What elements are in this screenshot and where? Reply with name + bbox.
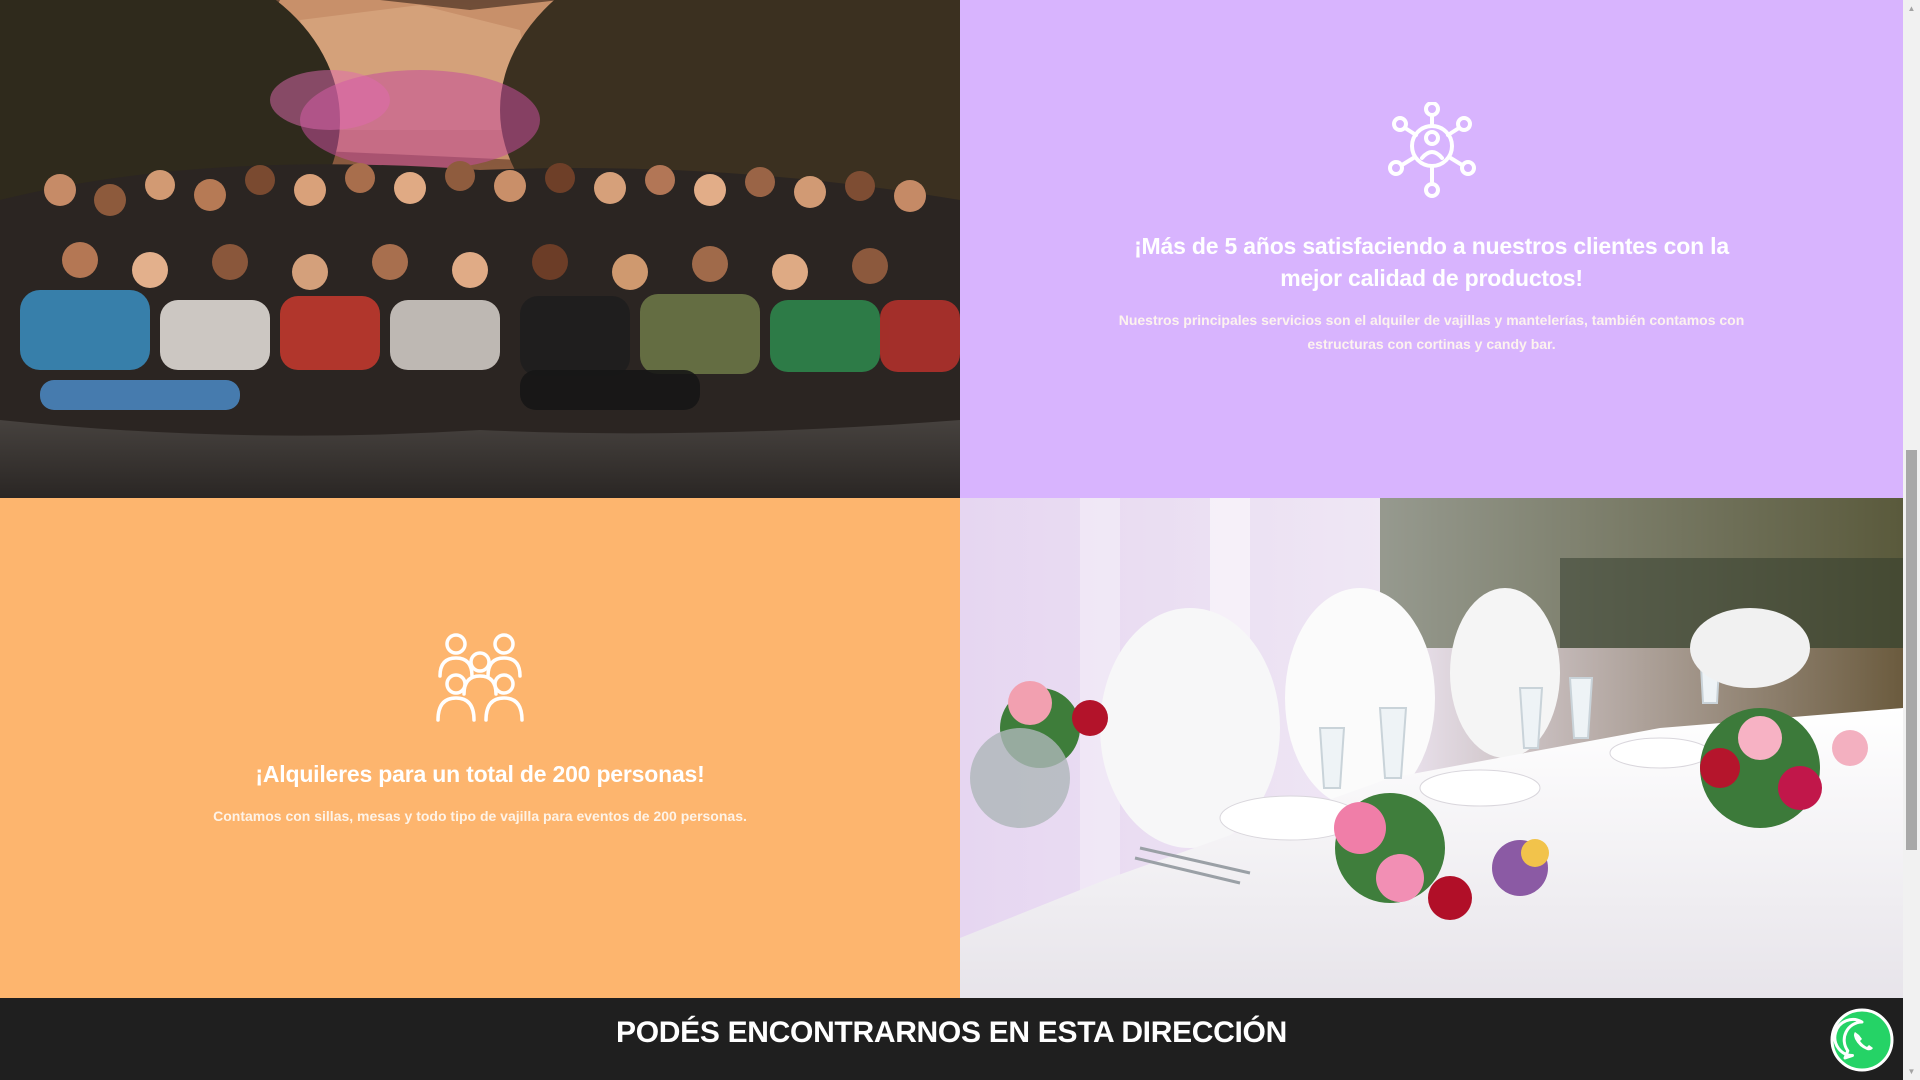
banquet-table-photo (960, 498, 1903, 998)
feature-capacity-panel: ¡Alquileres para un total de 200 persona… (0, 498, 960, 998)
crowd-photo (0, 0, 960, 498)
vertical-scrollbar[interactable]: ▲ ▼ (1903, 0, 1920, 1080)
location-section-title: PODÉS ENCONTRARNOS EN ESTA DIRECCIÓN (616, 1016, 1287, 1049)
feature-capacity: ¡Alquileres para un total de 200 persona… (0, 632, 960, 828)
group-people-icon (436, 633, 524, 722)
features-grid: ¡Más de 5 años satisfaciendo a nuestros … (0, 0, 1903, 998)
feature-experience-title: ¡Más de 5 años satisfaciendo a nuestros … (1134, 233, 1729, 291)
feature-capacity-text: Contamos con sillas, mesas y todo tipo d… (213, 808, 747, 824)
scrollbar-thumb[interactable] (1906, 450, 1917, 850)
crowd-photo-art (0, 0, 960, 498)
network-people-icon (1387, 102, 1476, 198)
scroll-up-arrow-icon[interactable]: ▲ (1903, 0, 1920, 17)
feature-experience: ¡Más de 5 años satisfaciendo a nuestros … (960, 102, 1903, 356)
scroll-down-arrow-icon[interactable]: ▼ (1903, 1063, 1920, 1080)
whatsapp-icon (1830, 1008, 1894, 1072)
banquet-table-photo-art (960, 498, 1903, 998)
location-section-header: PODÉS ENCONTRARNOS EN ESTA DIRECCIÓN (0, 998, 1903, 1080)
whatsapp-button[interactable] (1830, 1008, 1894, 1072)
feature-experience-text: Nuestros principales servicios son el al… (1118, 312, 1745, 352)
feature-experience-panel: ¡Más de 5 años satisfaciendo a nuestros … (960, 0, 1903, 498)
page: ¡Más de 5 años satisfaciendo a nuestros … (0, 0, 1903, 1080)
feature-capacity-title: ¡Alquileres para un total de 200 persona… (255, 761, 705, 787)
